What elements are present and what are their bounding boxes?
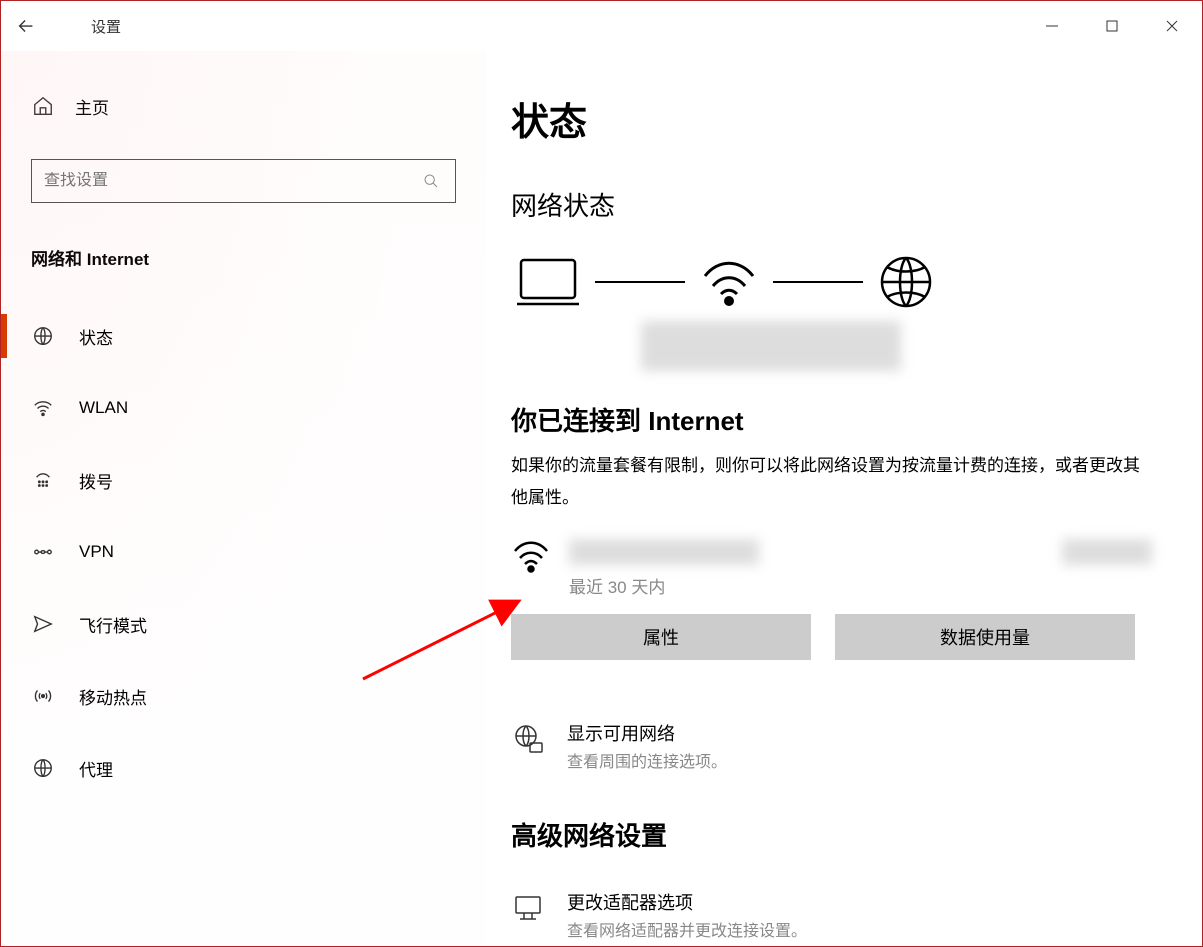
vpn-icon [31, 540, 55, 564]
sidebar-item-dialup[interactable]: 拨号 [1, 444, 486, 516]
dialup-icon [31, 468, 55, 492]
maximize-button[interactable] [1082, 6, 1142, 46]
sidebar: 主页 网络和 Internet 状态 [1, 51, 486, 946]
back-button[interactable] [1, 1, 51, 51]
sidebar-item-status[interactable]: 状态 [1, 300, 486, 372]
minimize-icon [1045, 19, 1059, 33]
network-diagram [515, 253, 1152, 311]
network-name-redacted [641, 321, 901, 371]
connected-title: 你已连接到 Internet [511, 401, 1152, 438]
computer-icon [515, 256, 581, 308]
sidebar-nav: 状态 WLAN 拨号 [1, 300, 486, 804]
sidebar-item-label: 飞行模式 [79, 612, 147, 637]
sidebar-item-label: 移动热点 [79, 684, 147, 709]
sidebar-item-vpn[interactable]: VPN [1, 516, 486, 588]
option-title: 显示可用网络 [567, 720, 727, 746]
connected-description: 如果你的流量套餐有限制，则你可以将此网络设置为按流量计费的连接，或者更改其他属性… [511, 450, 1152, 515]
recent-usage-label: 最近 30 天内 [569, 573, 759, 598]
sidebar-category: 网络和 Internet [31, 245, 456, 270]
main-content: 状态 网络状态 你已连接到 Internet 如果你的流量套餐有限制，则你可以将… [486, 51, 1202, 946]
wifi-icon [511, 539, 551, 575]
data-usage-button[interactable]: 数据使用量 [835, 614, 1135, 660]
home-icon [31, 94, 55, 118]
page-title: 状态 [511, 91, 1152, 146]
minimize-button[interactable] [1022, 6, 1082, 46]
close-icon [1165, 19, 1179, 33]
data-usage-redacted [1062, 539, 1152, 565]
advanced-settings-title: 高级网络设置 [511, 816, 1152, 853]
option-desc: 查看周围的连接选项。 [567, 748, 727, 772]
sidebar-item-label: VPN [79, 542, 114, 562]
change-adapter-options[interactable]: 更改适配器选项 查看网络适配器并更改连接设置。 [511, 889, 1152, 941]
sidebar-item-label: 代理 [79, 756, 113, 781]
option-desc: 查看网络适配器并更改连接设置。 [567, 917, 807, 941]
search-box[interactable] [31, 159, 456, 203]
adapter-icon [511, 891, 545, 925]
sidebar-item-hotspot[interactable]: 移动热点 [1, 660, 486, 732]
arrow-left-icon [15, 15, 37, 37]
globe-grid-icon [511, 722, 545, 756]
close-button[interactable] [1142, 6, 1202, 46]
sidebar-item-label: 拨号 [79, 468, 113, 493]
sidebar-item-airplane[interactable]: 飞行模式 [1, 588, 486, 660]
show-available-networks[interactable]: 显示可用网络 查看周围的连接选项。 [511, 720, 1152, 772]
properties-button[interactable]: 属性 [511, 614, 811, 660]
airplane-icon [31, 612, 55, 636]
network-status-title: 网络状态 [511, 186, 1152, 223]
title-bar: 设置 [1, 1, 1202, 51]
option-title: 更改适配器选项 [567, 889, 807, 915]
current-network-row: 最近 30 天内 [511, 539, 1152, 598]
sidebar-item-label: 状态 [79, 324, 113, 349]
globe-icon [877, 253, 935, 311]
sidebar-item-proxy[interactable]: 代理 [1, 732, 486, 804]
hotspot-icon [31, 684, 55, 708]
proxy-icon [31, 756, 55, 780]
search-input[interactable] [44, 172, 419, 190]
sidebar-home-label: 主页 [75, 94, 109, 119]
sidebar-item-label: WLAN [79, 398, 128, 418]
search-icon [419, 173, 443, 189]
wifi-signal-icon [699, 256, 759, 308]
wifi-icon [31, 396, 55, 420]
sidebar-item-wlan[interactable]: WLAN [1, 372, 486, 444]
ssid-redacted [569, 539, 759, 565]
app-title: 设置 [91, 16, 121, 37]
maximize-icon [1105, 19, 1119, 33]
status-icon [31, 324, 55, 348]
sidebar-home[interactable]: 主页 [31, 81, 456, 131]
